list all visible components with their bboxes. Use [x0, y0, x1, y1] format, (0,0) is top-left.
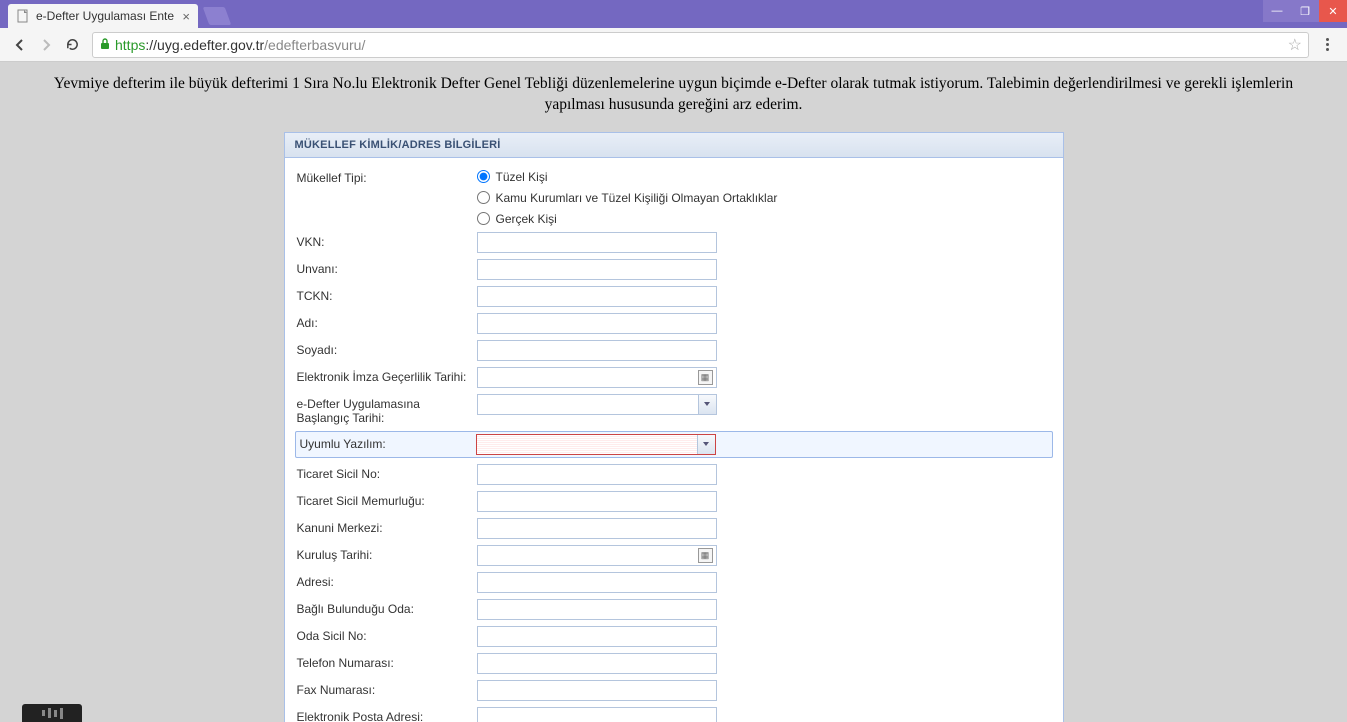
browser-tab[interactable]: e-Defter Uygulaması Ente × [8, 4, 198, 28]
tab-title: e-Defter Uygulaması Ente [36, 9, 178, 23]
radio-label: Kamu Kurumları ve Tüzel Kişiliği Olmayan… [496, 191, 778, 205]
label-adi: Adı: [297, 313, 477, 330]
odasicil-input[interactable] [477, 626, 717, 647]
label-oda: Bağlı Bulunduğu Oda: [297, 599, 477, 616]
unvani-input[interactable] [477, 259, 717, 280]
tsicilmem-input[interactable] [477, 491, 717, 512]
browser-toolbar: https://uyg.edefter.gov.tr/edefterbasvur… [0, 28, 1347, 62]
tckn-input[interactable] [477, 286, 717, 307]
eimza-date-input[interactable]: ▦ [477, 367, 717, 388]
baslangic-combo[interactable] [477, 394, 717, 415]
label-uyumlu-yazilim: Uyumlu Yazılım: [296, 434, 476, 451]
label-oda-sicil: Oda Sicil No: [297, 626, 477, 643]
label-tsicil-no: Ticaret Sicil No: [297, 464, 477, 481]
label-telefon: Telefon Numarası: [297, 653, 477, 670]
overlay-widget[interactable] [22, 704, 82, 722]
radio-gercek-kisi[interactable]: Gerçek Kişi [477, 212, 1051, 226]
adresi-input[interactable] [477, 572, 717, 593]
new-tab-button[interactable] [203, 7, 232, 25]
maximize-button[interactable]: ❐ [1291, 0, 1319, 22]
vkn-input[interactable] [477, 232, 717, 253]
label-mukellef-tipi: Mükellef Tipi: [297, 168, 477, 185]
eposta-input[interactable] [477, 707, 717, 722]
calendar-icon[interactable]: ▦ [698, 370, 713, 385]
radio-label: Gerçek Kişi [496, 212, 557, 226]
close-window-button[interactable]: ✕ [1319, 0, 1347, 22]
fax-input[interactable] [477, 680, 717, 701]
radio-label: Tüzel Kişi [496, 170, 548, 184]
radio-tuzel-kisi[interactable]: Tüzel Kişi [477, 170, 1051, 184]
window-controls: — ❐ ✕ [1263, 0, 1347, 22]
forward-button[interactable] [34, 33, 58, 57]
kurulus-date-input[interactable]: ▦ [477, 545, 717, 566]
panel-header: MÜKELLEF KİMLİK/ADRES BİLGİLERİ [285, 133, 1063, 158]
label-kanuni-merkez: Kanuni Merkezi: [297, 518, 477, 535]
chevron-down-icon[interactable] [698, 395, 716, 414]
uyumlu-yazilim-combo[interactable] [476, 434, 716, 455]
radio-input-gercek[interactable] [477, 212, 490, 225]
label-unvani: Unvanı: [297, 259, 477, 276]
reload-button[interactable] [60, 33, 84, 57]
kanuni-input[interactable] [477, 518, 717, 539]
document-icon [16, 9, 30, 23]
adi-input[interactable] [477, 313, 717, 334]
intro-text: Yevmiye defterim ile büyük defterimi 1 S… [0, 62, 1347, 124]
radio-kamu-kurumlari[interactable]: Kamu Kurumları ve Tüzel Kişiliği Olmayan… [477, 191, 1051, 205]
label-baslangic-tarih: e-Defter Uygulamasına Başlangıç Tarihi: [297, 394, 477, 425]
calendar-icon[interactable]: ▦ [698, 548, 713, 563]
close-icon[interactable]: × [182, 9, 190, 24]
row-uyumlu-yazilim: Uyumlu Yazılım: [295, 431, 1053, 458]
label-tckn: TCKN: [297, 286, 477, 303]
lock-icon [99, 37, 111, 53]
label-soyadi: Soyadı: [297, 340, 477, 357]
form-panel: MÜKELLEF KİMLİK/ADRES BİLGİLERİ Mükellef… [284, 132, 1064, 722]
url-scheme: https [115, 37, 145, 53]
tsicilno-input[interactable] [477, 464, 717, 485]
page-content: Yevmiye defterim ile büyük defterimi 1 S… [0, 62, 1347, 722]
url-host: ://uyg.edefter.gov.tr [145, 37, 264, 53]
label-fax: Fax Numarası: [297, 680, 477, 697]
browser-tab-strip: e-Defter Uygulaması Ente × — ❐ ✕ [0, 0, 1347, 28]
label-kurulus-tarih: Kuruluş Tarihi: [297, 545, 477, 562]
address-bar[interactable]: https://uyg.edefter.gov.tr/edefterbasvur… [92, 32, 1309, 58]
url-path: /edefterbasvuru/ [264, 37, 365, 53]
label-eimza-tarih: Elektronik İmza Geçerlilik Tarihi: [297, 367, 477, 384]
label-adresi: Adresi: [297, 572, 477, 589]
label-eposta: Elektronik Posta Adresi: [297, 707, 477, 722]
radio-input-tuzel[interactable] [477, 170, 490, 183]
soyadi-input[interactable] [477, 340, 717, 361]
row-mukellef-tipi: Mükellef Tipi: Tüzel Kişi Kamu Kurumları… [297, 168, 1051, 226]
chevron-down-icon[interactable] [697, 435, 715, 454]
minimize-button[interactable]: — [1263, 0, 1291, 22]
telefon-input[interactable] [477, 653, 717, 674]
bookmark-star-icon[interactable]: ☆ [1288, 35, 1302, 55]
label-tsicil-mem: Ticaret Sicil Memurluğu: [297, 491, 477, 508]
back-button[interactable] [8, 33, 32, 57]
oda-input[interactable] [477, 599, 717, 620]
label-vkn: VKN: [297, 232, 477, 249]
radio-group-mukellef-tipi: Tüzel Kişi Kamu Kurumları ve Tüzel Kişil… [477, 168, 1051, 226]
form-body: Mükellef Tipi: Tüzel Kişi Kamu Kurumları… [285, 158, 1063, 722]
browser-menu-button[interactable] [1315, 38, 1339, 51]
radio-input-kamu[interactable] [477, 191, 490, 204]
